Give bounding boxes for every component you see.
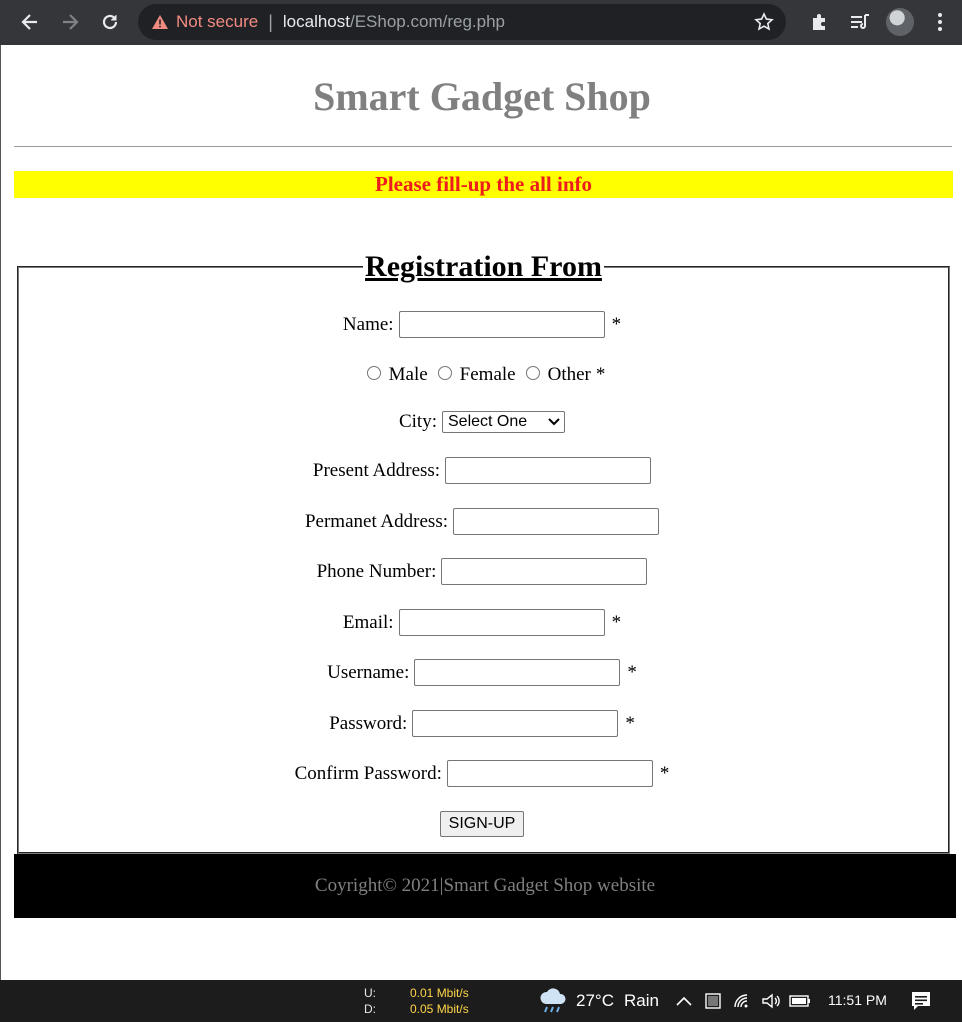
username-label: Username:	[327, 661, 410, 683]
present-address-input[interactable]	[445, 457, 652, 484]
required-mark: *	[611, 313, 622, 335]
confirm-password-input[interactable]	[446, 760, 653, 787]
warning-icon	[150, 12, 170, 32]
not-secure-label[interactable]: Not secure	[176, 12, 258, 32]
avatar-icon	[886, 8, 914, 36]
gender-row: Male Female Other *	[5, 364, 962, 386]
password-row: Password: *	[1, 710, 962, 737]
weather-temp: 27°C	[576, 991, 614, 1010]
required-mark: *	[659, 762, 670, 784]
profile-avatar[interactable]	[880, 4, 920, 40]
url-path: /EShop.com/reg.php	[350, 12, 505, 31]
required-mark: *	[625, 712, 635, 734]
present-address-row: Present Address:	[1, 457, 962, 484]
weather-condition: Rain	[623, 991, 659, 1010]
confirm-password-row: Confirm Password: *	[1, 760, 962, 787]
gender-radio-female[interactable]	[437, 366, 452, 380]
page-content: Smart Gadget Shop Please fill-up the all…	[0, 45, 962, 980]
extensions-puzzle-icon[interactable]	[800, 4, 840, 40]
rain-cloud-icon	[540, 988, 566, 1013]
signup-button[interactable]: SIGN-UP	[439, 811, 525, 837]
city-row: City: Select One	[1, 411, 962, 433]
gender-radio-other[interactable]	[525, 366, 540, 380]
forward-arrow-icon	[63, 14, 79, 30]
footer: Coyright© 2021|Smart Gadget Shop website	[14, 854, 956, 918]
tablet-icon[interactable]	[702, 990, 724, 1012]
back-arrow-icon	[21, 14, 37, 30]
battery-icon[interactable]	[789, 990, 811, 1012]
required-mark: *	[595, 364, 606, 385]
name-input[interactable]	[398, 311, 605, 338]
system-tray	[673, 990, 818, 1012]
city-label: City:	[398, 411, 437, 432]
email-row: Email: *	[1, 609, 962, 636]
permanent-address-row: Permanet Address:	[1, 508, 962, 535]
email-label: Email:	[342, 611, 394, 633]
forward-button[interactable]	[52, 4, 88, 40]
taskbar: U: 0.01 Mbit/s D: 0.05 Mbit/s 27°C Rain 11…	[0, 980, 962, 1022]
phone-label: Phone Number:	[316, 560, 437, 582]
phone-input[interactable]	[441, 558, 648, 585]
back-button[interactable]	[12, 4, 48, 40]
email-input[interactable]	[398, 609, 605, 636]
reload-icon	[102, 14, 118, 30]
menu-button[interactable]	[920, 4, 960, 40]
present-address-label: Present Address:	[312, 459, 441, 481]
browser-toolbar: Not secure | localhost/EShop.com/reg.php	[0, 0, 962, 45]
city-select-value: Select One	[448, 413, 528, 430]
download-label: D:	[364, 1002, 376, 1016]
gender-label-female: Female	[459, 364, 516, 385]
weather-widget[interactable]: 27°C Rain	[538, 988, 659, 1014]
chevron-up-icon[interactable]	[673, 990, 695, 1012]
horizontal-rule	[14, 146, 952, 147]
chevron-down-icon	[548, 418, 560, 426]
permanent-address-input[interactable]	[453, 508, 659, 535]
phone-row: Phone Number:	[1, 558, 962, 585]
registration-legend: Registration From	[365, 250, 602, 283]
name-label: Name:	[342, 313, 394, 335]
username-input[interactable]	[414, 659, 621, 686]
gender-label-male: Male	[388, 364, 428, 385]
volume-icon[interactable]	[760, 990, 782, 1012]
password-label: Password:	[329, 712, 408, 734]
site-title: Smart Gadget Shop	[313, 74, 651, 119]
toolbar-right	[800, 4, 960, 40]
url-separator: |	[268, 11, 273, 32]
upload-label: U:	[364, 986, 376, 1000]
notice-banner: Please fill-up the all info	[14, 171, 953, 198]
address-bar[interactable]: Not secure | localhost/EShop.com/reg.php	[138, 4, 786, 40]
taskbar-clock[interactable]: 11:51 PM	[828, 992, 887, 1008]
confirm-password-label: Confirm Password:	[294, 762, 442, 784]
download-speed: 0.05 Mbit/s	[410, 1002, 469, 1016]
wifi-icon[interactable]	[731, 990, 753, 1012]
permanent-address-label: Permanet Address:	[304, 510, 448, 532]
url-host: localhost	[282, 12, 350, 31]
password-input[interactable]	[412, 710, 619, 737]
city-select[interactable]: Select One	[442, 411, 565, 433]
bookmark-star-icon[interactable]	[754, 12, 774, 32]
gender-label-other: Other	[547, 364, 591, 385]
media-queue-icon[interactable]	[840, 4, 880, 40]
username-row: Username: *	[1, 659, 962, 686]
network-speed-meter: U: 0.01 Mbit/s D: 0.05 Mbit/s	[364, 985, 469, 1017]
reload-button[interactable]	[92, 4, 128, 40]
required-mark: *	[627, 661, 637, 683]
gender-radio-male[interactable]	[366, 366, 381, 380]
required-mark: *	[611, 611, 622, 633]
upload-speed: 0.01 Mbit/s	[410, 986, 469, 1000]
notification-icon[interactable]	[910, 990, 932, 1012]
name-row: Name: *	[1, 311, 962, 338]
kebab-menu-icon	[938, 13, 942, 31]
signup-row: SIGN-UP	[1, 811, 962, 837]
